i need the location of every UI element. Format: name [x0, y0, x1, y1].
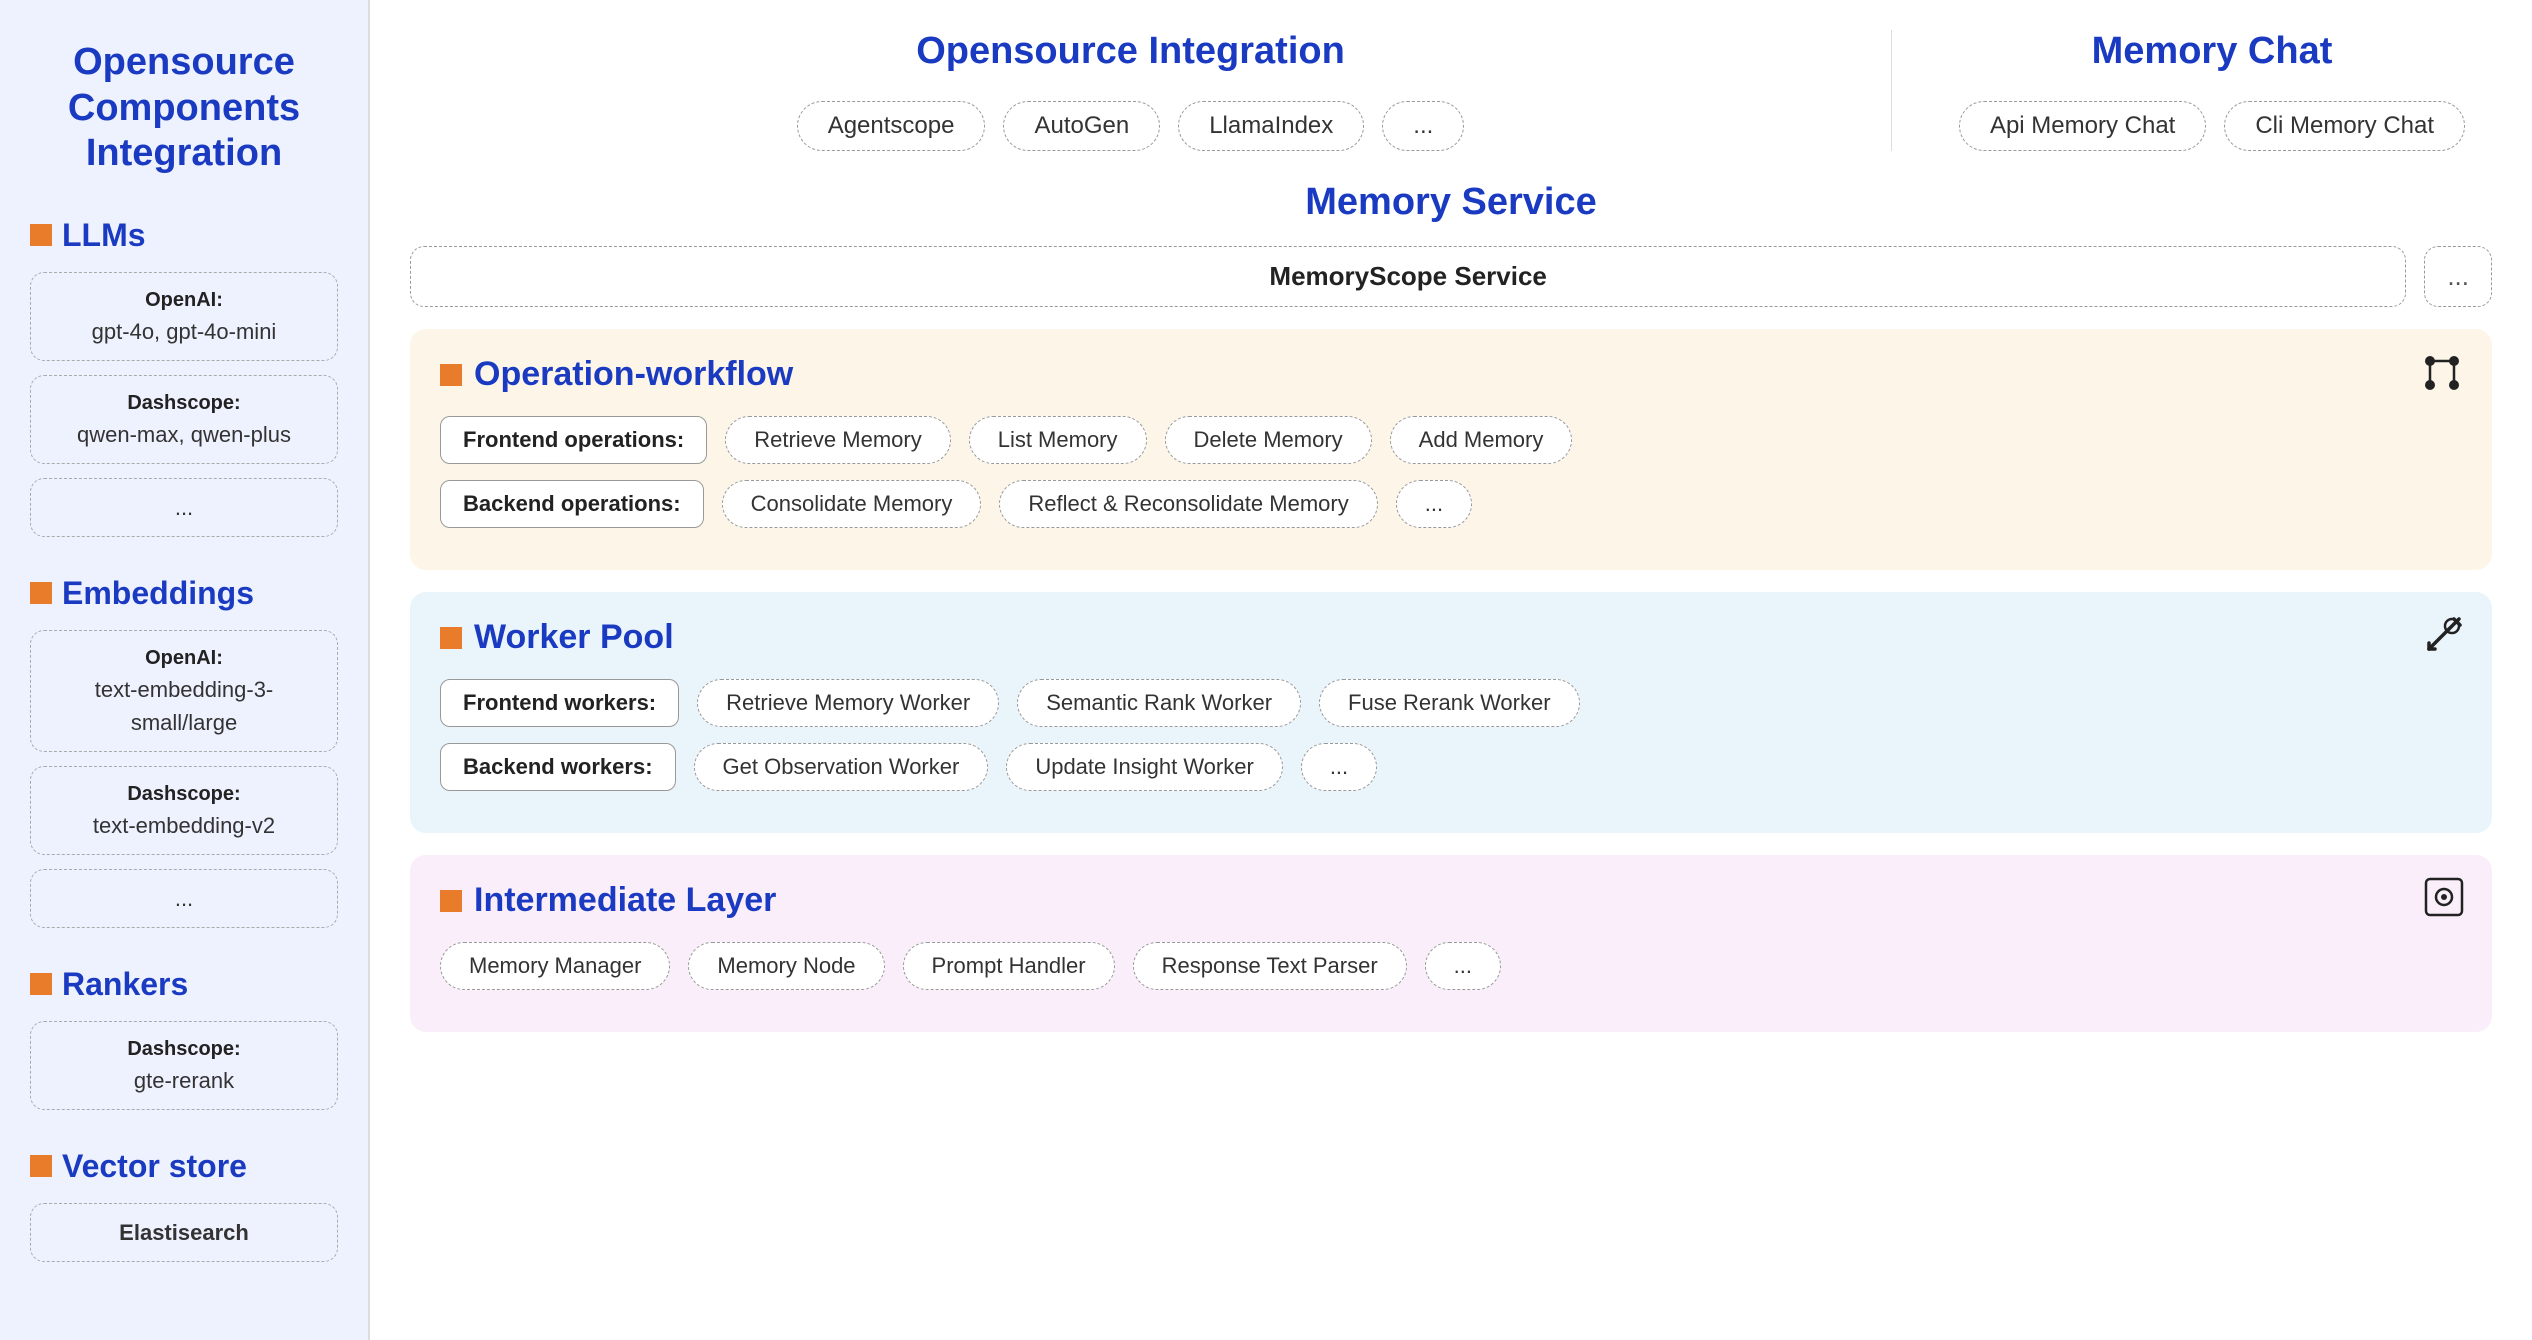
pill-semantic-rank-worker[interactable]: Semantic Rank Worker	[1017, 679, 1301, 727]
pill-backend-more[interactable]: ...	[1396, 480, 1472, 528]
memory-service-section: Memory Service MemoryScope Service ... O…	[410, 181, 2492, 1032]
frontend-workers-label: Frontend workers:	[440, 679, 679, 727]
rankers-icon	[30, 973, 52, 995]
workflow-nodes-icon[interactable]	[2420, 351, 2464, 404]
llms-section: LLMs OpenAI: gpt-4o, gpt-4o-mini Dashsco…	[30, 217, 338, 537]
pill-retrieve-memory-worker[interactable]: Retrieve Memory Worker	[697, 679, 999, 727]
embeddings-heading: Embeddings	[30, 575, 338, 612]
worker-pool-section: Worker Pool Frontend workers: Retrieve M…	[410, 592, 2492, 833]
embeddings-section: Embeddings OpenAI: text-embedding-3-smal…	[30, 575, 338, 928]
pill-memory-manager[interactable]: Memory Manager	[440, 942, 670, 990]
pill-llamaindex[interactable]: LlamaIndex	[1178, 101, 1364, 151]
embeddings-icon	[30, 582, 52, 604]
memory-chat: Memory Chat Api Memory Chat Cli Memory C…	[1892, 30, 2492, 151]
opensource-integration-title: Opensource Integration	[410, 30, 1851, 73]
pill-get-observation-worker[interactable]: Get Observation Worker	[694, 743, 989, 791]
memory-service-title: Memory Service	[410, 181, 2492, 224]
emb-openai-box: OpenAI: text-embedding-3-small/large	[30, 630, 338, 752]
left-panel: Opensource Components Integration LLMs O…	[0, 0, 370, 1340]
ranker-dashscope-box: Dashscope: gte-rerank	[30, 1021, 338, 1110]
llm-dashscope-box: Dashscope: qwen-max, qwen-plus	[30, 375, 338, 464]
pill-consolidate-memory[interactable]: Consolidate Memory	[722, 480, 982, 528]
memoryscope-more-btn[interactable]: ...	[2424, 246, 2492, 307]
pill-fuse-rerank-worker[interactable]: Fuse Rerank Worker	[1319, 679, 1580, 727]
pill-add-memory[interactable]: Add Memory	[1390, 416, 1573, 464]
llms-heading: LLMs	[30, 217, 338, 254]
emb-more-box: ...	[30, 869, 338, 928]
opensource-integration: Opensource Integration Agentscope AutoGe…	[410, 30, 1892, 151]
backend-workers-row: Backend workers: Get Observation Worker …	[440, 743, 2462, 791]
worker-pool-icon	[440, 627, 462, 649]
intermediate-layer-target-icon[interactable]	[2424, 877, 2464, 926]
llm-more-box: ...	[30, 478, 338, 537]
frontend-ops-row: Frontend operations: Retrieve Memory Lis…	[440, 416, 2462, 464]
worker-pool-heading: Worker Pool	[440, 618, 2462, 657]
pill-more-integrations[interactable]: ...	[1382, 101, 1464, 151]
left-panel-title: Opensource Components Integration	[30, 40, 338, 177]
pill-reflect-reconsolidate[interactable]: Reflect & Reconsolidate Memory	[999, 480, 1377, 528]
pill-cli-memory-chat[interactable]: Cli Memory Chat	[2224, 101, 2465, 151]
operation-workflow-section: Operation-workflow Frontend operations: …	[410, 329, 2492, 570]
pill-prompt-handler[interactable]: Prompt Handler	[903, 942, 1115, 990]
opensource-pills-row: Agentscope AutoGen LlamaIndex ...	[410, 101, 1851, 151]
worker-pool-wrench-icon[interactable]	[2424, 614, 2464, 663]
backend-ops-label: Backend operations:	[440, 480, 704, 528]
intermediate-layer-icon	[440, 890, 462, 912]
rankers-heading: Rankers	[30, 966, 338, 1003]
pill-list-memory[interactable]: List Memory	[969, 416, 1147, 464]
pill-intermediate-more[interactable]: ...	[1425, 942, 1501, 990]
memoryscope-service-box: MemoryScope Service	[410, 246, 2406, 307]
vector-store-section: Vector store Elastisearch	[30, 1148, 338, 1262]
vector-store-box: Elastisearch	[30, 1203, 338, 1262]
operation-workflow-heading: Operation-workflow	[440, 355, 2462, 394]
frontend-workers-row: Frontend workers: Retrieve Memory Worker…	[440, 679, 2462, 727]
pill-backend-workers-more[interactable]: ...	[1301, 743, 1377, 791]
pill-autogen[interactable]: AutoGen	[1003, 101, 1160, 151]
main-area: Opensource Integration Agentscope AutoGe…	[370, 0, 2532, 1340]
top-row: Opensource Integration Agentscope AutoGe…	[410, 30, 2492, 151]
frontend-ops-label: Frontend operations:	[440, 416, 707, 464]
llm-openai-box: OpenAI: gpt-4o, gpt-4o-mini	[30, 272, 338, 361]
backend-workers-label: Backend workers:	[440, 743, 676, 791]
memory-chat-title: Memory Chat	[1932, 30, 2492, 73]
pill-memory-node[interactable]: Memory Node	[688, 942, 884, 990]
pill-delete-memory[interactable]: Delete Memory	[1165, 416, 1372, 464]
pill-retrieve-memory[interactable]: Retrieve Memory	[725, 416, 950, 464]
memoryscope-service-row: MemoryScope Service ...	[410, 246, 2492, 307]
intermediate-items-row: Memory Manager Memory Node Prompt Handle…	[440, 942, 2462, 990]
pill-update-insight-worker[interactable]: Update Insight Worker	[1006, 743, 1282, 791]
intermediate-layer-section: Intermediate Layer Memory Manager Memory…	[410, 855, 2492, 1032]
memory-chat-pills-row: Api Memory Chat Cli Memory Chat	[1932, 101, 2492, 151]
pill-agentscope[interactable]: Agentscope	[797, 101, 986, 151]
llms-icon	[30, 224, 52, 246]
vector-store-heading: Vector store	[30, 1148, 338, 1185]
operation-workflow-icon	[440, 364, 462, 386]
pill-api-memory-chat[interactable]: Api Memory Chat	[1959, 101, 2206, 151]
vector-store-icon	[30, 1155, 52, 1177]
backend-ops-row: Backend operations: Consolidate Memory R…	[440, 480, 2462, 528]
pill-response-text-parser[interactable]: Response Text Parser	[1133, 942, 1407, 990]
intermediate-layer-heading: Intermediate Layer	[440, 881, 2462, 920]
emb-dashscope-box: Dashscope: text-embedding-v2	[30, 766, 338, 855]
rankers-section: Rankers Dashscope: gte-rerank	[30, 966, 338, 1110]
